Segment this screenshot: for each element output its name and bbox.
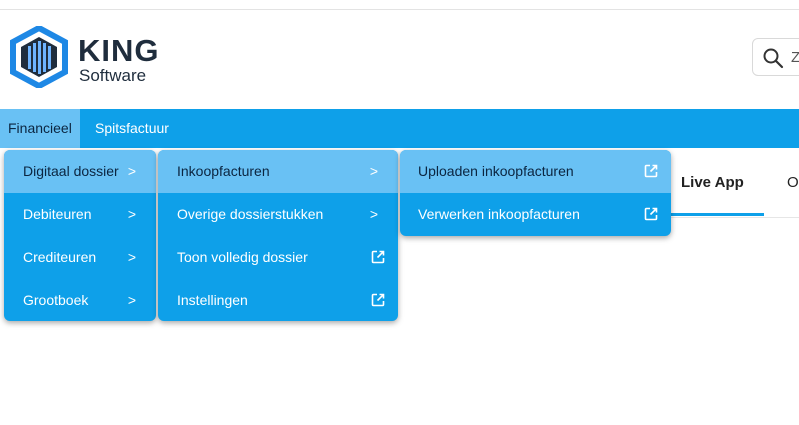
menu-item-label: Crediteuren: [23, 249, 97, 265]
external-link-icon: [644, 207, 658, 221]
tab-bar: Live App O: [660, 148, 799, 218]
tab-live-app[interactable]: Live App: [681, 174, 744, 191]
dropdown-digitaal-dossier: Inkoopfacturen > Overige dossierstukken …: [158, 150, 398, 321]
chevron-right-icon: >: [369, 163, 378, 179]
brand-sub: Software: [79, 66, 147, 85]
brand-name: KING: [78, 33, 160, 68]
menu-item-overige-dossierstukken[interactable]: Overige dossierstukken >: [158, 193, 398, 236]
dropdown-financieel: Digitaal dossier > Debiteuren > Crediteu…: [4, 150, 156, 321]
search-text: Z: [791, 49, 799, 66]
chevron-right-icon: >: [127, 292, 136, 308]
menu-item-label: Inkoopfacturen: [177, 163, 270, 179]
king-software-logo[interactable]: KING Software: [8, 26, 168, 88]
menu-item-toon-volledig-dossier[interactable]: Toon volledig dossier: [158, 236, 398, 279]
menu-item-label: Instellingen: [177, 292, 248, 308]
nav-item-spitsfactuur[interactable]: Spitsfactuur: [87, 109, 177, 148]
main-navbar: Financieel Spitsfactuur: [0, 109, 799, 148]
menu-item-inkoopfacturen[interactable]: Inkoopfacturen >: [158, 150, 398, 193]
menu-item-digitaal-dossier[interactable]: Digitaal dossier >: [4, 150, 156, 193]
search-input[interactable]: Z: [752, 38, 799, 76]
external-link-icon: [371, 293, 385, 307]
nav-item-financieel[interactable]: Financieel: [0, 109, 80, 148]
external-link-icon: [644, 164, 658, 178]
menu-item-label: Digitaal dossier: [23, 163, 119, 179]
active-tab-underline: [660, 213, 764, 216]
menu-item-label: Debiteuren: [23, 206, 92, 222]
menu-item-label: Grootboek: [23, 292, 89, 308]
chevron-right-icon: >: [127, 163, 136, 179]
menu-item-label: Overige dossierstukken: [177, 206, 324, 222]
external-link-icon: [371, 250, 385, 264]
menu-item-crediteuren[interactable]: Crediteuren >: [4, 236, 156, 279]
header: KING Software Z: [0, 10, 799, 109]
menu-item-debiteuren[interactable]: Debiteuren >: [4, 193, 156, 236]
menu-item-grootboek[interactable]: Grootboek >: [4, 279, 156, 321]
chevron-right-icon: >: [127, 206, 136, 222]
tab-next[interactable]: O: [787, 174, 799, 191]
chevron-right-icon: >: [369, 206, 378, 222]
chevron-right-icon: >: [127, 249, 136, 265]
menu-item-uploaden-inkoopfacturen[interactable]: Uploaden inkoopfacturen: [400, 150, 671, 193]
king-logo-icon: [10, 26, 68, 88]
menu-item-label: Verwerken inkoopfacturen: [418, 206, 580, 222]
menu-item-instellingen[interactable]: Instellingen: [158, 279, 398, 321]
menu-item-label: Toon volledig dossier: [177, 249, 308, 265]
menu-item-label: Uploaden inkoopfacturen: [418, 163, 574, 179]
dropdown-inkoopfacturen: Uploaden inkoopfacturen Verwerken inkoop…: [400, 150, 671, 236]
search-icon: [763, 48, 784, 69]
menu-item-verwerken-inkoopfacturen[interactable]: Verwerken inkoopfacturen: [400, 193, 671, 236]
